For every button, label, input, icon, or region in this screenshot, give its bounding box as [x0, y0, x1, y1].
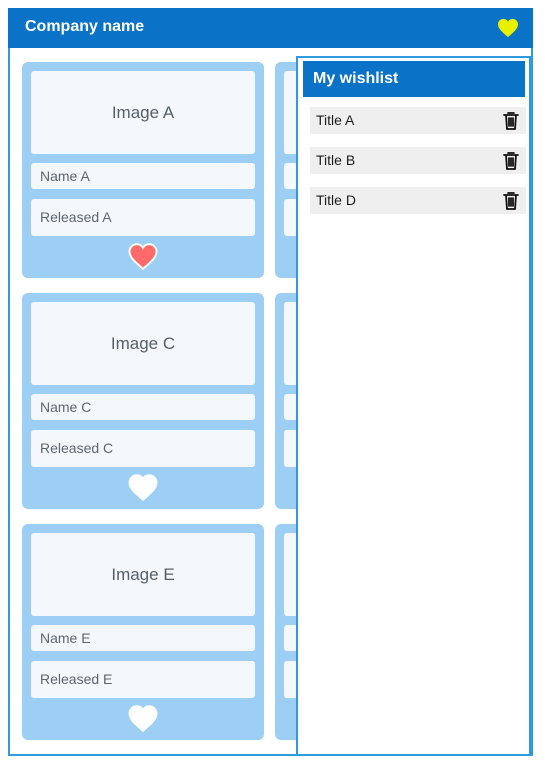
wishlist-title: My wishlist [303, 61, 525, 97]
like-heart-icon[interactable] [128, 474, 158, 501]
like-heart-icon[interactable] [128, 705, 158, 732]
trash-icon[interactable] [502, 111, 520, 131]
product-card: Image E Name E Released E [22, 524, 264, 740]
product-name: Name C [31, 394, 255, 420]
company-name: Company name [25, 18, 145, 35]
product-image: Image E [31, 533, 255, 616]
wishlist-heart-icon[interactable] [497, 18, 519, 38]
product-name: Name A [31, 163, 255, 189]
like-heart-icon[interactable] [128, 243, 158, 270]
product-released: Released E [31, 661, 255, 698]
wishlist-item-title: Title B [316, 152, 356, 168]
product-card: Image C Name C Released C [22, 293, 264, 509]
wishlist-item: Title A [310, 107, 526, 134]
product-released: Released C [31, 430, 255, 467]
top-bar: Company name [8, 8, 533, 48]
wishlist-panel: My wishlist Title A Title B Title D [296, 56, 531, 756]
product-image: Image A [31, 71, 255, 154]
product-released: Released A [31, 199, 255, 236]
wishlist-item: Title D [310, 187, 526, 214]
trash-icon[interactable] [502, 191, 520, 211]
wishlist-item: Title B [310, 147, 526, 174]
wishlist-item-title: Title D [316, 192, 356, 208]
product-name: Name E [31, 625, 255, 651]
product-card: Image A Name A Released A [22, 62, 264, 278]
trash-icon[interactable] [502, 151, 520, 171]
wishlist-item-title: Title A [316, 112, 355, 128]
product-image: Image C [31, 302, 255, 385]
